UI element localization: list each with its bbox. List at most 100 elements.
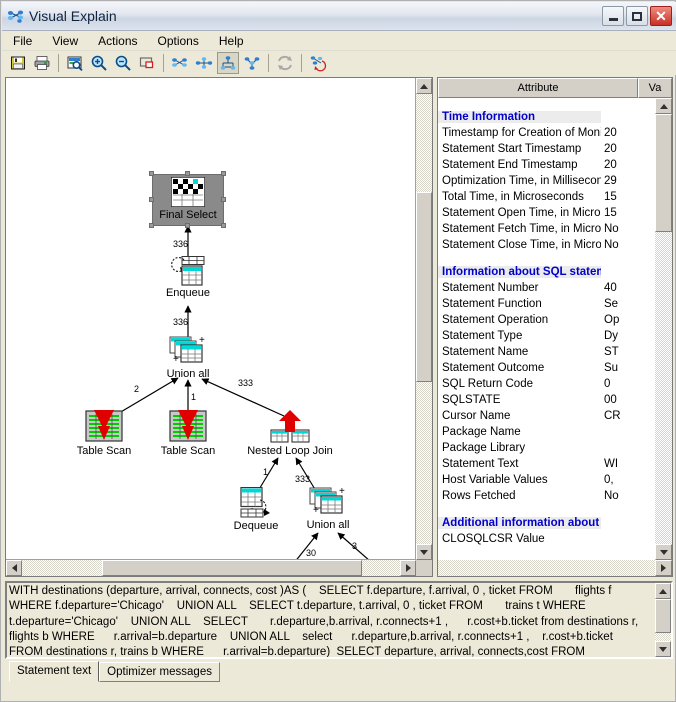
graph-node-label: Final Select: [159, 209, 217, 221]
scroll-thumb[interactable]: [655, 114, 672, 232]
attribute-row[interactable]: SQL Return Code 0: [438, 376, 656, 392]
column-header-attribute[interactable]: Attribute: [438, 78, 638, 98]
attribute-row[interactable]: Statement Type Dy: [438, 328, 656, 344]
attribute-name: Package Name: [442, 426, 521, 438]
graph-node-table-scan-1[interactable]: Table Scan: [70, 410, 138, 457]
minimize-button[interactable]: [602, 6, 624, 26]
graph-node-nested-loop-join[interactable]: Nested Loop Join: [242, 410, 338, 457]
attribute-row[interactable]: CLOSQLCSR Value: [438, 531, 656, 547]
graph-node-table-scan-2[interactable]: Table Scan: [154, 410, 222, 457]
attribute-row[interactable]: Optimization Time, in Milliseconds 29: [438, 173, 656, 189]
graph-horizontal-scrollbar[interactable]: [6, 559, 416, 576]
attribute-name: Statement Fetch Time, in Micros...: [442, 223, 601, 235]
close-button[interactable]: ✕: [650, 6, 672, 26]
explain-graph-canvas[interactable]: 336 336 2 1 333 1 333 30 3 2 1: [6, 78, 416, 560]
attribute-row[interactable]: Statement Number 40: [438, 280, 656, 296]
graph-horizontal-icon[interactable]: [193, 52, 215, 74]
attribute-value: Dy: [604, 330, 619, 342]
graph-overview-icon[interactable]: [169, 52, 191, 74]
graph-funnel-icon[interactable]: [241, 52, 263, 74]
attribute-name: Host Variable Values: [442, 474, 548, 486]
scroll-down-button[interactable]: [655, 544, 672, 560]
scroll-thumb[interactable]: [416, 192, 432, 382]
attribute-row[interactable]: Host Variable Values 0,: [438, 472, 656, 488]
attribute-row[interactable]: SQLSTATE 00: [438, 392, 656, 408]
attribute-row[interactable]: Statement Name ST: [438, 344, 656, 360]
graph-node-label: Enqueue: [165, 287, 211, 299]
menu-item-options[interactable]: Options: [149, 32, 208, 50]
graph-node-dequeue[interactable]: Dequeue: [226, 486, 286, 532]
attribute-row[interactable]: Cursor Name CR: [438, 408, 656, 424]
attribute-row[interactable]: Package Library: [438, 440, 656, 456]
scroll-left-button[interactable]: [6, 560, 22, 576]
graph-vertical-scrollbar[interactable]: [415, 78, 432, 560]
statement-panel: WITH destinations (departure, arrival, c…: [5, 581, 673, 699]
scroll-thumb[interactable]: [102, 560, 362, 576]
refresh-icon: [274, 52, 296, 74]
attribute-section-header[interactable]: Additional information about SQ...: [438, 515, 656, 531]
attribute-row[interactable]: Statement Open Time, in Micros... 15: [438, 205, 656, 221]
menu-item-view[interactable]: View: [43, 32, 87, 50]
graph-node-label: Union all: [166, 368, 210, 380]
scroll-up-button[interactable]: [655, 583, 671, 599]
nested-loop-join-icon: [268, 410, 312, 444]
menu-item-actions[interactable]: Actions: [89, 32, 146, 50]
scroll-down-button[interactable]: [416, 544, 432, 560]
attribute-row[interactable]: Statement Operation Op: [438, 312, 656, 328]
scroll-down-button[interactable]: [655, 641, 671, 657]
scroll-right-button[interactable]: [655, 560, 672, 576]
attribute-row[interactable]: Statement Fetch Time, in Micros... No: [438, 221, 656, 237]
attribute-row[interactable]: Statement Close Time, in Micros... No: [438, 237, 656, 253]
attribute-vertical-scrollbar[interactable]: [655, 98, 672, 560]
column-header-value[interactable]: Va: [638, 78, 672, 98]
rerun-explain-icon[interactable]: [307, 52, 329, 74]
menu-bar: File View Actions Options Help: [2, 31, 676, 51]
menu-item-file[interactable]: File: [4, 32, 41, 50]
scroll-up-button[interactable]: [416, 78, 432, 94]
attribute-spacer: [438, 253, 656, 264]
scroll-up-button[interactable]: [655, 98, 672, 114]
graph-node-union-all-top[interactable]: + + Union all: [156, 335, 220, 380]
graph-tree-icon[interactable]: [217, 52, 239, 74]
attribute-section-header[interactable]: Information about SQL stateme...: [438, 264, 656, 280]
attribute-value: 00: [604, 394, 617, 406]
scroll-right-button[interactable]: [400, 560, 416, 576]
attribute-rows[interactable]: Time Information Timestamp for Creation o…: [438, 98, 656, 560]
attribute-row[interactable]: Statement Outcome Su: [438, 360, 656, 376]
attribute-value: 0: [604, 378, 611, 390]
attribute-horizontal-scrollbar[interactable]: [438, 560, 672, 576]
attribute-row[interactable]: Statement Text WI: [438, 456, 656, 472]
attribute-row[interactable]: Timestamp for Creation of Monit... 20: [438, 125, 656, 141]
attribute-name: SQLSTATE: [442, 394, 501, 406]
table-scan-icon: [168, 410, 208, 444]
print-icon[interactable]: [31, 52, 53, 74]
graph-node-union-all-sub[interactable]: + + Union all: [296, 486, 360, 531]
zoom-in-icon[interactable]: [88, 52, 110, 74]
attribute-row[interactable]: Package Name: [438, 424, 656, 440]
menu-item-help[interactable]: Help: [210, 32, 253, 50]
edge-label-dequeue-nlj: 1: [263, 467, 269, 477]
tab-optimizer-messages[interactable]: Optimizer messages: [99, 662, 220, 682]
attribute-row[interactable]: Statement End Timestamp 20: [438, 157, 656, 173]
fit-window-icon[interactable]: [136, 52, 158, 74]
attribute-name: Statement Open Time, in Micros...: [442, 207, 601, 219]
attribute-name: Statement Function: [442, 298, 542, 310]
attribute-section-header[interactable]: Time Information: [438, 109, 656, 125]
zoom-out-icon[interactable]: [112, 52, 134, 74]
statement-text-box[interactable]: WITH destinations (departure, arrival, c…: [5, 581, 673, 659]
tab-statement-text[interactable]: Statement text: [9, 661, 100, 682]
zoom-area-icon[interactable]: [64, 52, 86, 74]
attribute-row[interactable]: Total Time, in Microseconds 15: [438, 189, 656, 205]
graph-pane: 336 336 2 1 333 1 333 30 3 2 1: [5, 77, 433, 577]
graph-node-enqueue[interactable]: Enqueue: [158, 256, 218, 299]
maximize-button[interactable]: [626, 6, 648, 26]
attribute-row[interactable]: Rows Fetched No: [438, 488, 656, 504]
attribute-value: Op: [604, 314, 620, 326]
scroll-thumb[interactable]: [655, 599, 671, 633]
edge-label-scan2-union: 1: [191, 392, 197, 402]
attribute-row[interactable]: Statement Function Se: [438, 296, 656, 312]
edge-label-scan1-union: 2: [134, 384, 140, 394]
statement-vertical-scrollbar[interactable]: [655, 583, 671, 657]
attribute-row[interactable]: Statement Start Timestamp 20: [438, 141, 656, 157]
save-icon[interactable]: [7, 52, 29, 74]
